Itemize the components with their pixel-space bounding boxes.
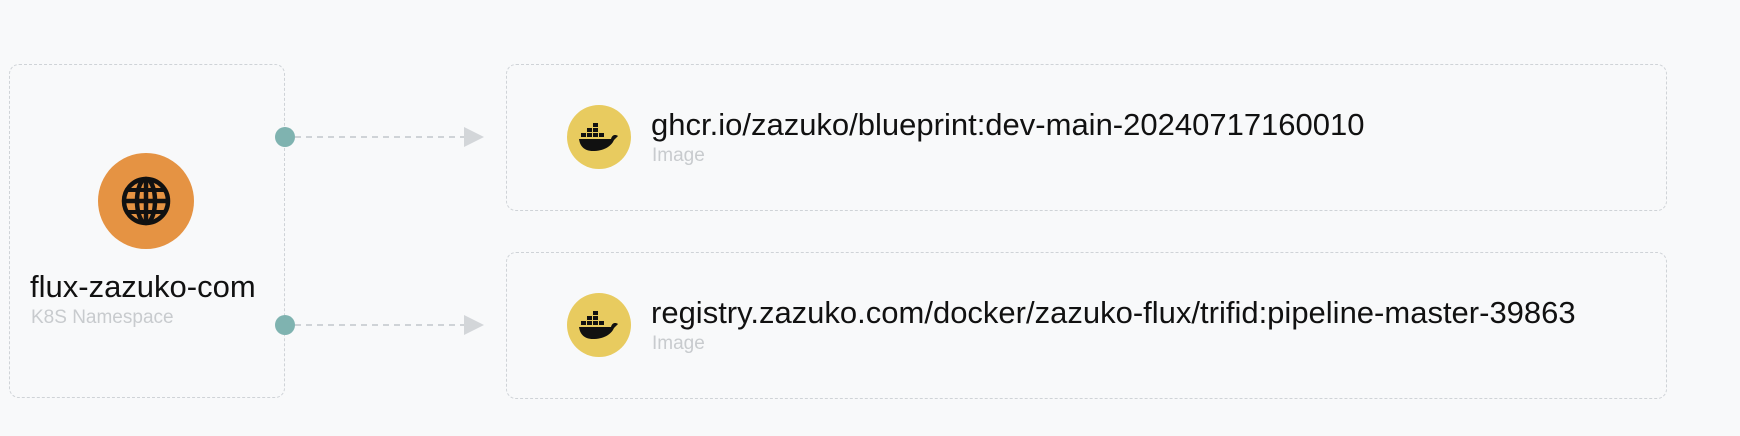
edge-2: [295, 315, 484, 335]
edge-1: [295, 127, 484, 147]
docker-icon: [567, 105, 631, 169]
namespace-title: flux-zazuko-com: [30, 269, 256, 304]
image-title: registry.zazuko.com/docker/zazuko-flux/t…: [651, 295, 1576, 330]
docker-icon: [567, 293, 631, 357]
namespace-type-label: K8S Namespace: [31, 307, 174, 328]
image-type-label: Image: [652, 333, 705, 354]
output-port-2[interactable]: [275, 315, 295, 335]
image-node[interactable]: registry.zazuko.com/docker/zazuko-flux/t…: [506, 252, 1667, 399]
image-node[interactable]: ghcr.io/zazuko/blueprint:dev-main-202407…: [506, 64, 1667, 211]
image-type-label: Image: [652, 145, 705, 166]
namespace-node[interactable]: flux-zazuko-com K8S Namespace: [9, 64, 285, 398]
output-port-1[interactable]: [275, 127, 295, 147]
image-title: ghcr.io/zazuko/blueprint:dev-main-202407…: [651, 107, 1365, 142]
globe-icon: [98, 153, 194, 249]
